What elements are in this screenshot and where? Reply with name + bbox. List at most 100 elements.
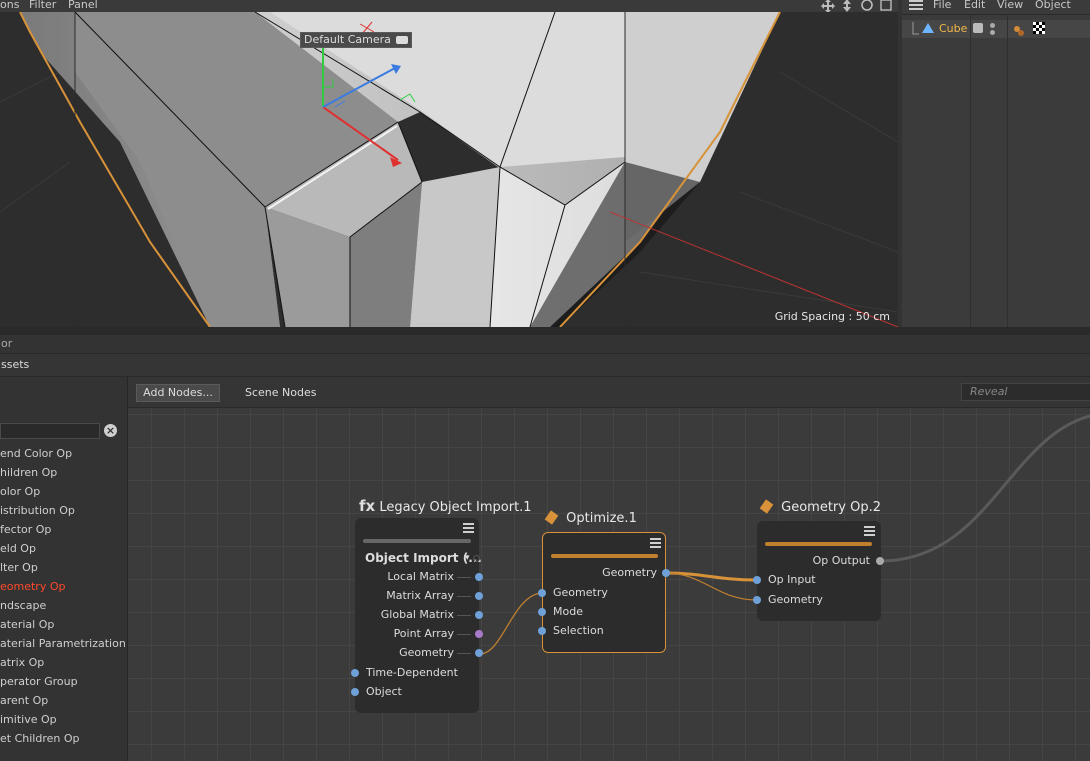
geometry-op-icon	[759, 499, 774, 514]
input-port[interactable]	[351, 688, 359, 696]
output-port-label: Op Output	[812, 554, 870, 567]
output-port[interactable]	[662, 569, 670, 577]
input-port-label: Object	[366, 685, 402, 698]
om-menu-view[interactable]: View	[997, 0, 1023, 10]
om-column-divider	[970, 15, 971, 327]
add-nodes-button[interactable]: Add Nodes...	[136, 384, 220, 402]
output-port[interactable]	[475, 611, 483, 619]
port-leader	[457, 634, 471, 635]
asset-list-item[interactable]: aterial Op	[0, 618, 54, 631]
output-port[interactable]	[475, 592, 483, 600]
asset-list-item[interactable]: atrix Op	[0, 656, 44, 669]
asset-list-item[interactable]: hildren Op	[0, 466, 57, 479]
object-row-cube[interactable]: Cube	[902, 20, 1090, 38]
output-port[interactable]	[475, 573, 483, 581]
asset-search-input[interactable]	[0, 423, 100, 439]
output-port-label: Matrix Array	[386, 589, 454, 602]
om-menu-file[interactable]: File	[933, 0, 951, 10]
asset-list-item[interactable]: lter Op	[0, 561, 38, 574]
node-canvas[interactable]: fx Legacy Object Import.1 Object Import …	[128, 408, 1090, 761]
visibility-dot-icon[interactable]	[990, 23, 995, 28]
asset-list-item[interactable]: eometry Op	[0, 580, 65, 593]
material-tag-icon[interactable]	[1033, 22, 1045, 34]
output-port-label: Local Matrix	[387, 570, 454, 583]
asset-list-item[interactable]: imitive Op	[0, 713, 57, 726]
menu-panel[interactable]: Panel	[68, 0, 98, 10]
layer-toggle-icon[interactable]	[973, 23, 983, 33]
menu-options[interactable]: ons	[0, 0, 19, 10]
node-menu-icon[interactable]	[463, 523, 474, 534]
port-leader	[457, 596, 471, 597]
camera-label[interactable]: Default Camera	[300, 32, 413, 48]
node-editor-title: or	[1, 337, 13, 350]
input-port[interactable]	[753, 596, 761, 604]
output-port-label: Geometry	[399, 646, 454, 659]
output-port-label: Geometry	[602, 566, 657, 579]
node-menu-icon[interactable]	[650, 538, 661, 549]
output-port[interactable]	[475, 630, 483, 638]
input-port[interactable]	[538, 589, 546, 597]
input-port-label: Op Input	[768, 573, 816, 586]
asset-list-item[interactable]: perator Group	[0, 675, 78, 688]
fx-icon: fx	[359, 497, 376, 515]
asset-list-item[interactable]: olor Op	[0, 485, 40, 498]
asset-list-item[interactable]: aterial Parametrization	[0, 637, 126, 650]
asset-list-item[interactable]: fector Op	[0, 523, 51, 536]
input-port[interactable]	[753, 576, 761, 584]
tab-assets[interactable]: ssets	[0, 358, 29, 371]
port-leader	[457, 577, 471, 578]
om-menu-edit[interactable]: Edit	[964, 0, 985, 10]
om-column-divider	[1007, 15, 1008, 327]
geometry-op-node[interactable]	[757, 521, 881, 621]
input-port-label: Geometry	[553, 586, 608, 599]
optimize-node-title-text: Optimize.1	[566, 511, 637, 526]
asset-list-item[interactable]: istribution Op	[0, 504, 75, 517]
scene-nodes-button[interactable]: Scene Nodes	[245, 384, 316, 402]
node-editor-title-bar: or	[0, 335, 1090, 354]
om-menu-object[interactable]: Object	[1035, 0, 1071, 10]
asset-list-item[interactable]: arent Op	[0, 694, 48, 707]
hamburger-icon[interactable]	[909, 0, 923, 12]
node-menu-icon[interactable]	[864, 526, 875, 537]
node-bar	[363, 539, 471, 543]
asset-list-item[interactable]: et Children Op	[0, 732, 79, 745]
optimize-node-title[interactable]: Optimize.1	[544, 510, 637, 526]
input-port[interactable]	[538, 608, 546, 616]
output-port-label: Point Array	[393, 627, 454, 640]
port-leader	[457, 653, 471, 654]
output-port[interactable]	[876, 557, 884, 565]
input-port-label: Time-Dependent	[366, 666, 458, 679]
input-port-label: Selection	[553, 624, 604, 637]
geomop-node-title-text: Geometry Op.2	[781, 500, 881, 515]
header-port[interactable]	[473, 555, 480, 562]
input-port[interactable]	[351, 669, 359, 677]
phong-tag-icon[interactable]	[1012, 22, 1026, 36]
om-menubar: File Edit View Object	[902, 0, 1090, 12]
viewport-nav-icons[interactable]	[818, 0, 898, 12]
legacy-node-title-text: Legacy Object Import.1	[379, 500, 532, 515]
node-editor-tabs: ssets	[0, 354, 1090, 377]
input-port[interactable]	[538, 627, 546, 635]
render-dot-icon[interactable]	[990, 30, 995, 35]
asset-list-item[interactable]: ndscape	[0, 599, 46, 612]
asset-list-item[interactable]: eld Op	[0, 542, 36, 555]
dropdown-arrow-icon[interactable]: ▾	[465, 553, 470, 563]
clear-search-icon[interactable]: ×	[104, 424, 117, 437]
viewport-menubar: ons Filter Panel	[0, 0, 898, 12]
panel-separator[interactable]	[0, 327, 1090, 335]
om-divider	[902, 14, 1090, 15]
input-port-label: Mode	[553, 605, 583, 618]
node-editor-toolbar: Add Nodes... Scene Nodes Reveal	[128, 377, 1090, 408]
input-port-label: Geometry	[768, 593, 823, 606]
asset-list-item[interactable]: end Color Op	[0, 447, 72, 460]
reveal-search-input[interactable]: Reveal	[961, 383, 1090, 401]
menu-filter[interactable]: Filter	[29, 0, 56, 10]
cube-object-icon	[912, 22, 934, 35]
port-leader	[457, 615, 471, 616]
geomop-node-title[interactable]: Geometry Op.2	[759, 499, 881, 515]
camera-label-text: Default Camera	[304, 33, 391, 46]
3d-viewport[interactable]: Default Camera Grid Spacing : 50 cm	[0, 12, 898, 327]
output-port[interactable]	[475, 649, 483, 657]
legacy-node-title[interactable]: fx Legacy Object Import.1	[359, 497, 532, 515]
asset-sidebar: × end Color Op hildren Op olor Op istributi…	[0, 377, 128, 761]
